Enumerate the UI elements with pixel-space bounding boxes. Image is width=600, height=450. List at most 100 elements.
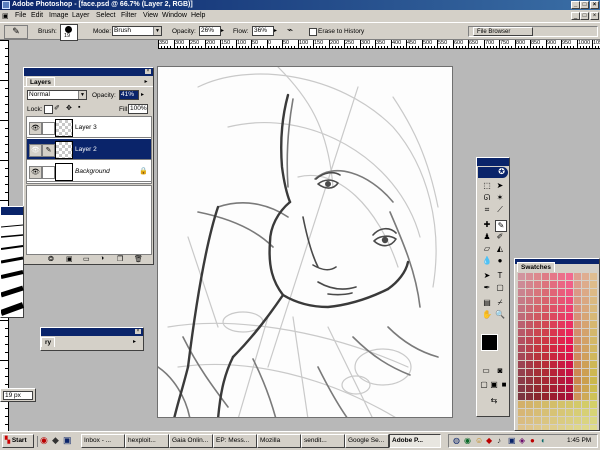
- swatch[interactable]: [558, 385, 565, 392]
- swatch[interactable]: [566, 313, 573, 320]
- swatch[interactable]: [526, 361, 533, 368]
- swatch[interactable]: [518, 273, 525, 280]
- link-icon[interactable]: [42, 122, 55, 135]
- hand-tool-icon[interactable]: ✋: [482, 310, 492, 320]
- tool-preset-picker[interactable]: ✎: [4, 25, 28, 39]
- tray-volume-icon[interactable]: ♪: [497, 436, 501, 445]
- swatch[interactable]: [526, 297, 533, 304]
- clock[interactable]: 1:45 PM: [567, 437, 591, 444]
- swatch[interactable]: [526, 337, 533, 344]
- lock-all-icon[interactable]: ▪: [78, 104, 80, 111]
- swatch[interactable]: [518, 289, 525, 296]
- visibility-eye-icon[interactable]: 👁: [29, 166, 42, 179]
- swatch[interactable]: [518, 377, 525, 384]
- brushes-panel-titlebar[interactable]: [1, 207, 23, 215]
- layer-opacity-field[interactable]: 41%: [119, 90, 139, 100]
- swatch[interactable]: [558, 289, 565, 296]
- swatch[interactable]: [574, 289, 581, 296]
- swatch[interactable]: [590, 329, 597, 336]
- swatch[interactable]: [566, 289, 573, 296]
- lock-brush-icon[interactable]: ✐: [54, 104, 60, 112]
- swatch[interactable]: [590, 393, 597, 400]
- swatch[interactable]: [566, 337, 573, 344]
- paint-bucket-tool-icon[interactable]: ◭: [495, 244, 505, 254]
- swatch[interactable]: [534, 345, 541, 352]
- swatch[interactable]: [518, 281, 525, 288]
- swatch[interactable]: [566, 305, 573, 312]
- doc-close-button[interactable]: ×: [590, 12, 599, 20]
- layer-opacity-arrow-icon[interactable]: ▸: [141, 91, 144, 98]
- maximize-button[interactable]: □: [580, 1, 589, 9]
- menu-window[interactable]: Window: [162, 12, 187, 19]
- swatch[interactable]: [574, 321, 581, 328]
- swatch[interactable]: [534, 329, 541, 336]
- swatch[interactable]: [542, 401, 549, 408]
- swatch[interactable]: [574, 377, 581, 384]
- panel-menu-icon[interactable]: ▸: [142, 78, 150, 85]
- swatch[interactable]: [518, 337, 525, 344]
- swatch[interactable]: [550, 305, 557, 312]
- swatch[interactable]: [574, 353, 581, 360]
- swatch[interactable]: [518, 329, 525, 336]
- swatch[interactable]: [558, 329, 565, 336]
- swatch[interactable]: [550, 289, 557, 296]
- swatch[interactable]: [582, 289, 589, 296]
- shape-tool-icon[interactable]: ▢: [495, 283, 505, 293]
- swatch[interactable]: [518, 305, 525, 312]
- erase-history-checkbox[interactable]: [309, 28, 317, 36]
- swatch[interactable]: [534, 337, 541, 344]
- blend-mode-select[interactable]: Normal ▼: [27, 90, 87, 100]
- minimize-button[interactable]: _: [571, 1, 580, 9]
- layer-row-layer-2[interactable]: 👁 ✎ Layer 2: [27, 139, 151, 160]
- quicklaunch-app-icon[interactable]: ◆: [52, 435, 59, 446]
- layer-row-background[interactable]: 👁 Background 🔒: [27, 161, 151, 182]
- swatch[interactable]: [558, 313, 565, 320]
- blur-tool-icon[interactable]: 💧: [482, 256, 492, 266]
- mode-select[interactable]: Brush ▼: [112, 26, 162, 36]
- swatch[interactable]: [550, 297, 557, 304]
- swatch[interactable]: [574, 417, 581, 424]
- swatch[interactable]: [542, 377, 549, 384]
- swatch[interactable]: [526, 369, 533, 376]
- swatch[interactable]: [574, 361, 581, 368]
- history-panel-titlebar[interactable]: ×: [41, 328, 143, 336]
- swatch[interactable]: [558, 337, 565, 344]
- swatch[interactable]: [550, 361, 557, 368]
- swatch[interactable]: [566, 377, 573, 384]
- swatch[interactable]: [582, 313, 589, 320]
- swatch[interactable]: [542, 313, 549, 320]
- menu-image[interactable]: Image: [49, 12, 68, 19]
- swatch[interactable]: [582, 393, 589, 400]
- swatch[interactable]: [550, 273, 557, 280]
- swatch[interactable]: [590, 353, 597, 360]
- swatch[interactable]: [542, 305, 549, 312]
- move-tool-icon[interactable]: ➤: [495, 181, 505, 191]
- swatch[interactable]: [542, 281, 549, 288]
- swatch[interactable]: [566, 417, 573, 424]
- swatch[interactable]: [542, 393, 549, 400]
- tray-app-icon[interactable]: ●: [530, 436, 535, 445]
- swatch[interactable]: [582, 345, 589, 352]
- swatch[interactable]: [534, 385, 541, 392]
- swatch[interactable]: [558, 393, 565, 400]
- swatch[interactable]: [566, 369, 573, 376]
- swatch[interactable]: [550, 337, 557, 344]
- swatch[interactable]: [542, 321, 549, 328]
- swatch[interactable]: [518, 361, 525, 368]
- swatch[interactable]: [518, 409, 525, 416]
- swatch[interactable]: [590, 289, 597, 296]
- screen-mode-standard-icon[interactable]: ▢: [479, 380, 489, 390]
- quicklaunch-browser-icon[interactable]: ◉: [40, 435, 48, 446]
- swatch[interactable]: [518, 297, 525, 304]
- swatch[interactable]: [574, 401, 581, 408]
- swatch[interactable]: [550, 321, 557, 328]
- swatch[interactable]: [566, 345, 573, 352]
- swatch[interactable]: [566, 321, 573, 328]
- swatch[interactable]: [558, 353, 565, 360]
- swatch[interactable]: [558, 409, 565, 416]
- type-tool-icon[interactable]: T: [495, 271, 505, 281]
- standard-mode-icon[interactable]: ▭: [481, 366, 491, 376]
- swatch[interactable]: [574, 305, 581, 312]
- flow-arrow-icon[interactable]: ▸: [274, 27, 277, 34]
- swatch[interactable]: [526, 417, 533, 424]
